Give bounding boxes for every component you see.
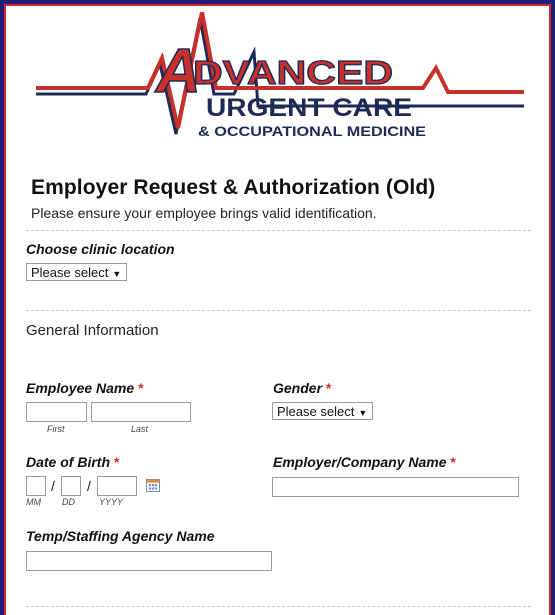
staffing-agency-label: Temp/Staffing Agency Name — [26, 528, 215, 544]
employer-company-label: Employer/Company Name * — [273, 454, 456, 470]
yyyy-sublabel: YYYY — [99, 497, 124, 507]
required-mark: * — [325, 380, 332, 396]
employee-name-label-text: Employee Name — [26, 380, 135, 396]
dob-separator: / — [87, 478, 91, 494]
form-title: Employer Request & Authorization (Old) — [31, 176, 436, 199]
gender-label-text: Gender — [273, 380, 323, 396]
employer-company-input[interactable] — [272, 477, 519, 497]
employee-last-name-input[interactable] — [91, 402, 191, 422]
form-frame: A DVANCED URGENT CARE & OCCUPATIONAL MED… — [4, 4, 551, 615]
dob-day-input[interactable] — [61, 476, 81, 496]
date-of-birth-label-text: Date of Birth — [26, 454, 110, 470]
clinic-logo: A DVANCED URGENT CARE & OCCUPATIONAL MED… — [28, 12, 528, 152]
employee-name-label: Employee Name * — [26, 380, 144, 396]
clinic-location-value: Please select — [31, 265, 109, 280]
logo-advanced: DVANCED — [193, 54, 393, 91]
divider — [26, 230, 531, 231]
section-general-information: General Information — [26, 322, 159, 339]
logo-urgent-care: URGENT CARE — [206, 94, 412, 122]
clinic-location-label: Choose clinic location — [26, 241, 175, 257]
staffing-agency-input[interactable] — [26, 551, 272, 571]
last-sublabel: Last — [131, 424, 149, 434]
form-subtitle: Please ensure your employee brings valid… — [31, 205, 377, 221]
clinic-location-select[interactable]: Please select ▼ — [26, 263, 128, 281]
mm-sublabel: MM — [26, 497, 41, 507]
dob-month-input[interactable] — [26, 476, 46, 496]
divider — [26, 310, 531, 311]
first-sublabel: First — [47, 424, 65, 434]
divider — [26, 606, 531, 607]
required-mark: * — [113, 454, 120, 470]
required-mark: * — [450, 454, 456, 470]
dropdown-arrow-icon: ▼ — [112, 269, 122, 279]
logo-occupational-medicine: & OCCUPATIONAL MEDICINE — [198, 123, 426, 139]
date-of-birth-label: Date of Birth * — [26, 454, 119, 470]
calendar-icon[interactable] — [146, 479, 160, 492]
employee-first-name-input[interactable] — [26, 402, 87, 422]
dob-separator: / — [51, 478, 55, 494]
dropdown-arrow-icon: ▼ — [358, 408, 368, 418]
gender-label: Gender * — [273, 380, 331, 396]
employer-company-label-text: Employer/Company Name — [273, 454, 447, 470]
required-mark: * — [138, 380, 144, 396]
dd-sublabel: DD — [62, 497, 75, 507]
dob-year-input[interactable] — [97, 476, 137, 496]
gender-select-value: Please select — [277, 404, 355, 419]
gender-select[interactable]: Please select ▼ — [272, 402, 374, 420]
